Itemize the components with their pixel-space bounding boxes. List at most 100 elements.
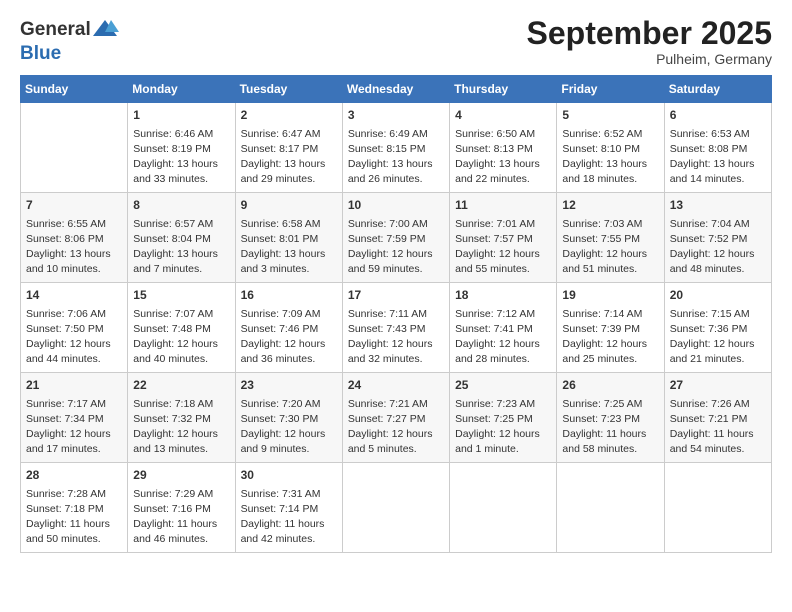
- day-info: Sunrise: 7:01 AMSunset: 7:57 PMDaylight:…: [455, 217, 551, 278]
- day-number: 20: [670, 287, 766, 304]
- calendar-cell: 7 Sunrise: 6:55 AMSunset: 8:06 PMDaylight…: [21, 193, 128, 283]
- day-number: 18: [455, 287, 551, 304]
- day-info: Sunrise: 6:58 AMSunset: 8:01 PMDaylight:…: [241, 217, 337, 278]
- calendar-cell: 22Sunrise: 7:18 AMSunset: 7:32 PMDayligh…: [128, 373, 235, 463]
- day-info: Sunrise: 6:53 AMSunset: 8:08 PMDaylight:…: [670, 127, 766, 188]
- day-number: 22: [133, 377, 229, 394]
- day-info: Sunrise: 7:29 AMSunset: 7:16 PMDaylight:…: [133, 487, 229, 548]
- calendar-cell: 24Sunrise: 7:21 AMSunset: 7:27 PMDayligh…: [342, 373, 449, 463]
- calendar-cell: 19 Sunrise: 7:14 AMSunset: 7:39 PMDayligh…: [557, 283, 664, 373]
- calendar-cell: 5 Sunrise: 6:52 AMSunset: 8:10 PMDaylight…: [557, 103, 664, 193]
- day-number: 2: [241, 107, 337, 124]
- month-title: September 2025: [527, 16, 772, 51]
- calendar-cell: 17Sunrise: 7:11 AMSunset: 7:43 PMDayligh…: [342, 283, 449, 373]
- day-info: Sunrise: 7:25 AMSunset: 7:23 PMDaylight:…: [562, 397, 658, 458]
- header-sunday: Sunday: [21, 76, 128, 103]
- day-info: Sunrise: 6:52 AMSunset: 8:10 PMDaylight:…: [562, 127, 658, 188]
- day-number: 30: [241, 467, 337, 484]
- day-number: 19: [562, 287, 658, 304]
- calendar-cell: 3 Sunrise: 6:49 AMSunset: 8:15 PMDaylight…: [342, 103, 449, 193]
- day-info: Sunrise: 7:09 AMSunset: 7:46 PMDaylight:…: [241, 307, 337, 368]
- day-number: 13: [670, 197, 766, 214]
- day-number: 23: [241, 377, 337, 394]
- calendar-cell: 13Sunrise: 7:04 AMSunset: 7:52 PMDayligh…: [664, 193, 771, 283]
- day-number: 27: [670, 377, 766, 394]
- logo-general-text: General: [20, 20, 91, 41]
- header-thursday: Thursday: [450, 76, 557, 103]
- calendar-cell: 10 Sunrise: 7:00 AMSunset: 7:59 PMDayligh…: [342, 193, 449, 283]
- calendar-week-4: 21Sunrise: 7:17 AMSunset: 7:34 PMDayligh…: [21, 373, 772, 463]
- calendar-cell: 29Sunrise: 7:29 AMSunset: 7:16 PMDayligh…: [128, 463, 235, 553]
- calendar-cell: 23 Sunrise: 7:20 AMSunset: 7:30 PMDayligh…: [235, 373, 342, 463]
- calendar-cell: 14 Sunrise: 7:06 AMSunset: 7:50 PMDayligh…: [21, 283, 128, 373]
- day-number: 12: [562, 197, 658, 214]
- day-number: 5: [562, 107, 658, 124]
- day-number: 11: [455, 197, 551, 214]
- day-info: Sunrise: 7:14 AMSunset: 7:39 PMDaylight:…: [562, 307, 658, 368]
- calendar-cell: [450, 463, 557, 553]
- calendar-cell: [342, 463, 449, 553]
- day-number: 1: [133, 107, 229, 124]
- header-saturday: Saturday: [664, 76, 771, 103]
- day-info: Sunrise: 7:03 AMSunset: 7:55 PMDaylight:…: [562, 217, 658, 278]
- calendar-cell: 16 Sunrise: 7:09 AMSunset: 7:46 PMDayligh…: [235, 283, 342, 373]
- calendar-cell: 21Sunrise: 7:17 AMSunset: 7:34 PMDayligh…: [21, 373, 128, 463]
- calendar-cell: 27 Sunrise: 7:26 AMSunset: 7:21 PMDayligh…: [664, 373, 771, 463]
- day-info: Sunrise: 7:00 AMSunset: 7:59 PMDaylight:…: [348, 217, 444, 278]
- location-subtitle: Pulheim, Germany: [527, 51, 772, 67]
- day-number: 28: [26, 467, 122, 484]
- calendar-cell: 4Sunrise: 6:50 AMSunset: 8:13 PMDaylight…: [450, 103, 557, 193]
- day-info: Sunrise: 6:49 AMSunset: 8:15 PMDaylight:…: [348, 127, 444, 188]
- header-wednesday: Wednesday: [342, 76, 449, 103]
- day-info: Sunrise: 6:47 AMSunset: 8:17 PMDaylight:…: [241, 127, 337, 188]
- calendar-week-5: 28 Sunrise: 7:28 AMSunset: 7:18 PMDayligh…: [21, 463, 772, 553]
- calendar-cell: 28 Sunrise: 7:28 AMSunset: 7:18 PMDayligh…: [21, 463, 128, 553]
- day-number: 26: [562, 377, 658, 394]
- day-number: 9: [241, 197, 337, 214]
- calendar-cell: 30 Sunrise: 7:31 AMSunset: 7:14 PMDayligh…: [235, 463, 342, 553]
- calendar-cell: 15 Sunrise: 7:07 AMSunset: 7:48 PMDayligh…: [128, 283, 235, 373]
- day-number: 7: [26, 197, 122, 214]
- day-number: 17: [348, 287, 444, 304]
- calendar-cell: 26 Sunrise: 7:25 AMSunset: 7:23 PMDayligh…: [557, 373, 664, 463]
- calendar-cell: 8 Sunrise: 6:57 AMSunset: 8:04 PMDaylight…: [128, 193, 235, 283]
- day-number: 16: [241, 287, 337, 304]
- day-number: 6: [670, 107, 766, 124]
- day-info: Sunrise: 7:07 AMSunset: 7:48 PMDaylight:…: [133, 307, 229, 368]
- day-number: 10: [348, 197, 444, 214]
- header-friday: Friday: [557, 76, 664, 103]
- logo-blue-text: Blue: [20, 43, 61, 64]
- logo: General Blue: [20, 16, 119, 65]
- header-monday: Monday: [128, 76, 235, 103]
- day-number: 8: [133, 197, 229, 214]
- day-info: Sunrise: 7:26 AMSunset: 7:21 PMDaylight:…: [670, 397, 766, 458]
- day-number: 14: [26, 287, 122, 304]
- calendar-cell: 18Sunrise: 7:12 AMSunset: 7:41 PMDayligh…: [450, 283, 557, 373]
- day-info: Sunrise: 6:55 AMSunset: 8:06 PMDaylight:…: [26, 217, 122, 278]
- day-number: 3: [348, 107, 444, 124]
- calendar-week-3: 14 Sunrise: 7:06 AMSunset: 7:50 PMDayligh…: [21, 283, 772, 373]
- day-info: Sunrise: 7:23 AMSunset: 7:25 PMDaylight:…: [455, 397, 551, 458]
- calendar-cell: 12 Sunrise: 7:03 AMSunset: 7:55 PMDayligh…: [557, 193, 664, 283]
- calendar-cell: 20Sunrise: 7:15 AMSunset: 7:36 PMDayligh…: [664, 283, 771, 373]
- day-info: Sunrise: 6:46 AMSunset: 8:19 PMDaylight:…: [133, 127, 229, 188]
- day-info: Sunrise: 7:20 AMSunset: 7:30 PMDaylight:…: [241, 397, 337, 458]
- calendar-cell: 9 Sunrise: 6:58 AMSunset: 8:01 PMDaylight…: [235, 193, 342, 283]
- day-info: Sunrise: 7:28 AMSunset: 7:18 PMDaylight:…: [26, 487, 122, 548]
- day-number: 15: [133, 287, 229, 304]
- calendar-table: SundayMondayTuesdayWednesdayThursdayFrid…: [20, 75, 772, 553]
- header-tuesday: Tuesday: [235, 76, 342, 103]
- calendar-cell: 1 Sunrise: 6:46 AMSunset: 8:19 PMDaylight…: [128, 103, 235, 193]
- calendar-cell: [21, 103, 128, 193]
- day-info: Sunrise: 7:06 AMSunset: 7:50 PMDaylight:…: [26, 307, 122, 368]
- day-info: Sunrise: 7:17 AMSunset: 7:34 PMDaylight:…: [26, 397, 122, 458]
- calendar-cell: 11 Sunrise: 7:01 AMSunset: 7:57 PMDayligh…: [450, 193, 557, 283]
- day-number: 4: [455, 107, 551, 124]
- calendar-header-row: SundayMondayTuesdayWednesdayThursdayFrid…: [21, 76, 772, 103]
- calendar-cell: [664, 463, 771, 553]
- calendar-cell: [557, 463, 664, 553]
- day-info: Sunrise: 6:57 AMSunset: 8:04 PMDaylight:…: [133, 217, 229, 278]
- day-info: Sunrise: 7:31 AMSunset: 7:14 PMDaylight:…: [241, 487, 337, 548]
- calendar-cell: 6 Sunrise: 6:53 AMSunset: 8:08 PMDaylight…: [664, 103, 771, 193]
- calendar-cell: 25Sunrise: 7:23 AMSunset: 7:25 PMDayligh…: [450, 373, 557, 463]
